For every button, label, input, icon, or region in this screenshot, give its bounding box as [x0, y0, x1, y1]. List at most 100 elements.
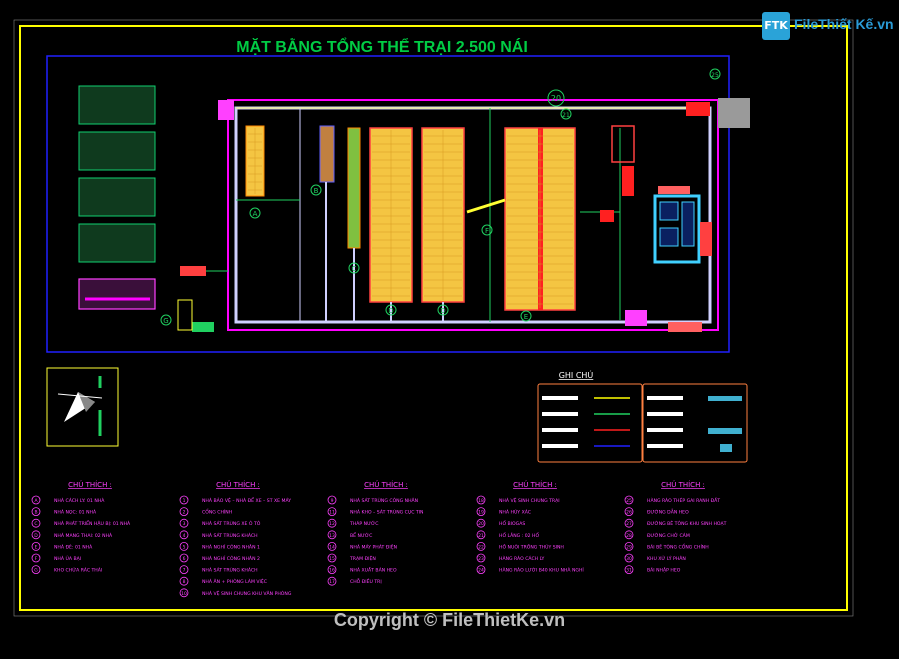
notes-item-mark: B [34, 510, 37, 516]
notes-item-mark: 11 [329, 510, 335, 516]
notes-item-text: NHÀ SÁT TRÙNG KHÁCH [202, 532, 258, 539]
pond-1 [78, 85, 156, 125]
drawing-canvas: MẶT BẰNG TỔNG THỂ TRẠI 2.500 NÁI A B C D… [0, 0, 899, 655]
notes-item-mark: 27 [626, 521, 632, 527]
notes-item-mark: F [35, 556, 38, 562]
notes-item-mark: D [34, 533, 38, 539]
tank-1 [659, 201, 679, 221]
incinerator [600, 210, 614, 222]
gate-block-right [718, 98, 750, 128]
svg-text:G: G [163, 317, 168, 325]
notes-item-text: THÁP NƯỚC [349, 520, 378, 527]
notes-item-text: NHÀ CÁCH LY: 01 NHÀ [54, 497, 105, 504]
site-logo[interactable]: FTK FileThiết Kế.vn [762, 12, 894, 40]
notes-item-mark: 30 [626, 556, 632, 562]
svg-text:21: 21 [562, 112, 570, 119]
pond-4 [78, 223, 156, 263]
notes-item-text: NHÀ NỌC: 01 NHÀ [54, 509, 97, 516]
site-plan: MẶT BẰNG TỔNG THỂ TRẠI 2.500 NÁI A B C D… [0, 0, 899, 655]
svg-text:F: F [485, 227, 489, 235]
notes-item-text: NHÀ SÁT TRÙNG KHÁCH [202, 567, 258, 574]
generator [700, 222, 712, 256]
notes-item-mark: 17 [329, 579, 335, 585]
notes-item-mark: 26 [626, 510, 632, 516]
notes-item-mark: 1 [183, 498, 186, 504]
legend-label-bar [647, 396, 683, 400]
notes-item-mark: 18 [478, 498, 484, 504]
notes-item-text: HÀNG RÀO CÁCH LY [499, 555, 545, 562]
barn-b [319, 125, 335, 183]
notes-item-mark: 20 [478, 521, 484, 527]
notes-item-text: NHÀ MANG THAI: 02 NHÀ [54, 532, 113, 539]
svg-text:B: B [314, 187, 319, 195]
notes-column-header: CHÚ THÍCH : [216, 480, 260, 489]
notes-item-mark: 22 [478, 544, 484, 550]
legend-title: GHI CHÚ [559, 369, 594, 380]
notes-item-mark: 21 [478, 533, 484, 539]
pond-3 [78, 177, 156, 217]
notes-column-header: CHÚ THÍCH : [513, 480, 557, 489]
gate-block-left [192, 322, 214, 332]
gate-block-bottom [625, 310, 647, 326]
svg-text:C: C [352, 265, 357, 273]
worker-house [622, 166, 634, 196]
notes-item-text: NHÀ SÁT TRÙNG CÔNG NHÂN [350, 497, 418, 504]
notes-column-header: CHÚ THÍCH : [364, 480, 408, 489]
tank-3 [681, 201, 695, 247]
barn-e-aisle [538, 128, 543, 310]
svg-text:20: 20 [551, 94, 561, 103]
copyright-text: Copyright © FileThietKe.vn [333, 610, 566, 630]
notes-item-text: NHÀ KHO – SÁT TRÙNG CỤC TIN [350, 509, 424, 516]
notes-item-mark: 15 [329, 556, 335, 562]
notes-item-mark: 7 [183, 568, 186, 574]
pond-5 [78, 278, 156, 310]
legend-symbol [708, 428, 742, 434]
notes-item-mark: 4 [183, 533, 186, 539]
legend-symbol [720, 444, 732, 452]
legend-label-bar [647, 444, 683, 448]
notes-item-mark: 10 [181, 591, 187, 597]
gate-guard [686, 102, 710, 116]
notes-item-mark: 19 [478, 510, 484, 516]
svg-text:D: D [388, 307, 393, 315]
loading-ramp [668, 322, 702, 332]
legend-label-bar [542, 396, 578, 400]
warehouse [658, 186, 690, 194]
waste-store [180, 266, 206, 276]
notes-item-mark: 14 [329, 544, 335, 550]
notes-item-mark: 13 [329, 533, 335, 539]
svg-text:25: 25 [711, 72, 719, 79]
notes-item-text: NHÀ SÁT TRÙNG XE Ô TÔ [202, 520, 261, 527]
notes-item-mark: 23 [478, 556, 484, 562]
entrance-block-left [218, 100, 234, 120]
notes-item-mark: 8 [183, 579, 186, 585]
svg-text:E: E [524, 313, 528, 321]
notes-column-header: CHÚ THÍCH : [661, 480, 705, 489]
notes-item-mark: 24 [478, 568, 484, 574]
legend-label-bar [542, 444, 578, 448]
notes-item-mark: 6 [183, 556, 186, 562]
legend-label-bar [542, 412, 578, 416]
pond-2 [78, 131, 156, 171]
notes-item-mark: 9 [331, 498, 334, 504]
svg-text:D: D [440, 307, 445, 315]
notes-item-mark: 29 [626, 544, 632, 550]
notes-item-mark: 12 [329, 521, 335, 527]
legend-symbol [708, 396, 742, 401]
notes-column-header: CHÚ THÍCH : [68, 480, 112, 489]
notes-item-mark: 2 [183, 510, 186, 516]
tank-2 [659, 227, 679, 247]
notes-item-mark: G [34, 568, 38, 574]
legend-label-bar [647, 428, 683, 432]
notes-item-mark: 3 [183, 521, 186, 527]
barn-c [347, 127, 361, 249]
legend-label-bar [542, 428, 578, 432]
drawing-title: MẶT BẰNG TỔNG THỂ TRẠI 2.500 NÁI [236, 37, 528, 56]
notes-item-text: BÃI NHẬP HEO [647, 567, 681, 574]
notes-item-mark: 5 [183, 544, 186, 550]
notes-item-mark: C [34, 521, 37, 527]
logo-text: FileThiết Kế.vn [794, 16, 894, 32]
notes-item-mark: 28 [626, 533, 632, 539]
notes-item-mark: 16 [329, 568, 335, 574]
svg-text:A: A [253, 210, 258, 218]
